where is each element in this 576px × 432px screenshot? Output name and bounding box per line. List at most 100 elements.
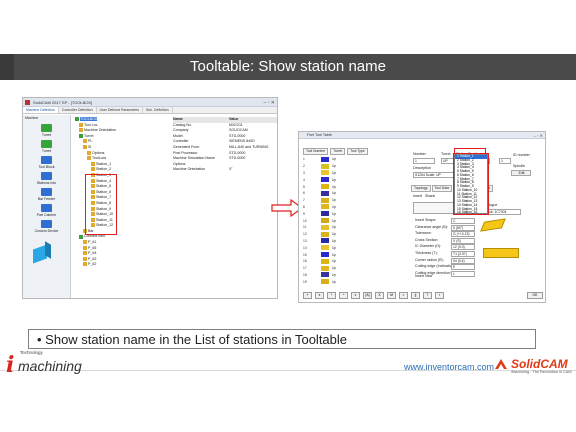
tab-machine-definition[interactable]: Machine Definition bbox=[23, 107, 59, 113]
pane-item-custom-device[interactable]: Custom Device bbox=[23, 220, 70, 233]
tool-row[interactable]: 4 Up bbox=[303, 176, 397, 183]
slide-title: Tooltable: Show station name bbox=[190, 58, 386, 75]
tool-number: 2 bbox=[303, 164, 305, 169]
param-value[interactable]: T1 (3.97) bbox=[451, 251, 475, 257]
param-value[interactable]: C bbox=[451, 218, 475, 224]
tool-row[interactable]: 2 Up bbox=[303, 163, 397, 170]
tool-row[interactable]: 12 Up bbox=[303, 231, 397, 238]
header-tool-number[interactable]: Tool Number bbox=[303, 148, 329, 155]
tool-row[interactable]: 5 Up bbox=[303, 183, 397, 190]
tool-color-swatch bbox=[321, 238, 329, 244]
shank-tab[interactable]: Shank bbox=[425, 194, 435, 198]
pane-item-turret[interactable]: Turret bbox=[23, 124, 70, 137]
left-window-titlebar: SolidCAM 2017 SP - [TOOLBOX] – ▫ ✕ bbox=[23, 98, 277, 107]
edit-button[interactable]: Edit bbox=[511, 170, 531, 176]
tool-color-swatch bbox=[321, 184, 329, 190]
number-label: Number bbox=[413, 152, 426, 156]
tool-row[interactable]: 17 Up bbox=[303, 265, 397, 272]
number-field[interactable]: 1 bbox=[413, 158, 435, 164]
tool-number: 13 bbox=[303, 238, 307, 243]
param-value[interactable]: 12 (0.3) bbox=[451, 244, 475, 251]
toolbar-button[interactable]: = bbox=[399, 291, 408, 299]
tool-row[interactable]: 7 Up bbox=[303, 197, 397, 204]
tool-turret: Up bbox=[332, 177, 337, 182]
tool-number: 6 bbox=[303, 191, 305, 196]
left-window-title: SolidCAM 2017 SP - [TOOLBOX] bbox=[33, 100, 93, 105]
toolbar-button[interactable]: * bbox=[327, 291, 336, 299]
tool-number: 10 bbox=[303, 218, 307, 223]
part-catcher-icon bbox=[41, 204, 52, 212]
pane-item-part-catcher[interactable]: Part Catcher bbox=[23, 204, 70, 217]
tool-number: 4 bbox=[303, 177, 305, 182]
props-row[interactable]: Machine Orientation 0° bbox=[173, 167, 277, 173]
solidcam-logo: SolidCAM iMachining - The Revolution in … bbox=[494, 356, 572, 376]
header-tool-type[interactable]: Tool Type bbox=[347, 148, 368, 155]
pane-item-tool-block[interactable]: Tool Block bbox=[23, 156, 70, 169]
param-value[interactable]: 04 (0.4) bbox=[451, 257, 475, 264]
tool-number: 15 bbox=[303, 252, 307, 257]
tool-number: 5 bbox=[303, 184, 305, 189]
pane-item-bar-feeder[interactable]: Bar Feeder bbox=[23, 188, 70, 201]
tool-row[interactable]: 15 Up bbox=[303, 251, 397, 258]
id-number-label: ID number bbox=[513, 153, 530, 157]
tool-turret: Up bbox=[332, 218, 337, 223]
toolbar-button[interactable]: || bbox=[411, 291, 420, 299]
param-value[interactable]: L bbox=[451, 270, 475, 277]
tool-row[interactable]: 11 Up bbox=[303, 224, 397, 231]
machine-definition-screenshot: SolidCAM 2017 SP - [TOOLBOX] – ▫ ✕ Machi… bbox=[22, 97, 278, 299]
param-value[interactable]: X (S) bbox=[451, 237, 475, 244]
tab-user-defined-parameters[interactable]: User Defined Parameters bbox=[97, 107, 144, 113]
window-controls-icon[interactable]: – ▫ ✕ bbox=[263, 99, 275, 108]
tool-row[interactable]: 8 Up bbox=[303, 204, 397, 211]
station-list-highlight bbox=[453, 153, 489, 215]
tool-row[interactable]: 16 Up bbox=[303, 258, 397, 265]
tool-row[interactable]: 18 Up bbox=[303, 272, 397, 279]
description-label: Description bbox=[413, 166, 431, 170]
insert-tab[interactable]: Insert bbox=[413, 194, 422, 198]
tool-row[interactable]: 3 Up bbox=[303, 170, 397, 177]
note-box: • Show station name in the List of stati… bbox=[28, 329, 536, 349]
solidcam-mark-icon bbox=[495, 359, 507, 369]
toolbar-button[interactable]: ^ bbox=[339, 291, 348, 299]
tool-number: 9 bbox=[303, 211, 305, 216]
param-label: Thickness (T): bbox=[415, 251, 438, 255]
tab-tool-data[interactable]: Tool Data bbox=[431, 185, 452, 192]
param-value[interactable]: E bbox=[451, 264, 475, 271]
tool-row[interactable]: 19 Up bbox=[303, 278, 397, 285]
pane-item-stations-info[interactable]: Stations Info bbox=[23, 172, 70, 185]
param-value[interactable]: 5 (80°) bbox=[451, 224, 475, 231]
toolbar-button[interactable]: M bbox=[387, 291, 396, 299]
id-number-field[interactable]: 1 bbox=[499, 158, 511, 164]
left-window-tabs: Machine Definition Controller Definition… bbox=[23, 107, 277, 114]
tree-item[interactable]: P_62 bbox=[75, 262, 175, 268]
tool-row[interactable]: 9 Up bbox=[303, 210, 397, 217]
tab-topology[interactable]: Topology bbox=[411, 185, 431, 192]
toolbar-button[interactable]: X bbox=[375, 291, 384, 299]
tool-number: 7 bbox=[303, 198, 305, 203]
tool-number: 1 bbox=[303, 157, 305, 162]
param-value[interactable]: G (+/-0.13) bbox=[451, 231, 475, 238]
tool-color-swatch bbox=[321, 265, 329, 271]
toolbar-button[interactable]: ? bbox=[423, 291, 432, 299]
toolbar-button[interactable]: i bbox=[435, 291, 444, 299]
toolbar-button[interactable]: + bbox=[303, 291, 312, 299]
pane-item-turret-2[interactable]: Turret bbox=[23, 140, 70, 153]
tool-color-swatch bbox=[321, 204, 329, 210]
ok-button[interactable]: OK bbox=[527, 291, 543, 299]
tool-row[interactable]: 10 Up bbox=[303, 217, 397, 224]
header-turret[interactable]: Turret bbox=[330, 148, 346, 155]
tool-row[interactable]: 13 Up bbox=[303, 238, 397, 245]
tool-turret: Up bbox=[332, 232, 337, 237]
tab-sim-definition[interactable]: Sim. Definition bbox=[143, 107, 173, 113]
tool-row[interactable]: 6 Up bbox=[303, 190, 397, 197]
turret-icon bbox=[41, 124, 52, 132]
tab-controller-definition[interactable]: Controller Definition bbox=[59, 107, 97, 113]
toolbar-button[interactable]: [A] bbox=[363, 291, 372, 299]
tool-row[interactable]: 14 Up bbox=[303, 244, 397, 251]
toolbar-button[interactable]: v bbox=[351, 291, 360, 299]
tool-row[interactable]: 1 Up bbox=[303, 156, 397, 163]
window-controls-icon[interactable]: – ▫ ✕ bbox=[534, 132, 543, 139]
website-link[interactable]: www.inventorcam.com bbox=[404, 362, 494, 372]
insert-view-checkbox[interactable]: Insert view bbox=[415, 274, 432, 278]
toolbar-button[interactable]: x bbox=[315, 291, 324, 299]
